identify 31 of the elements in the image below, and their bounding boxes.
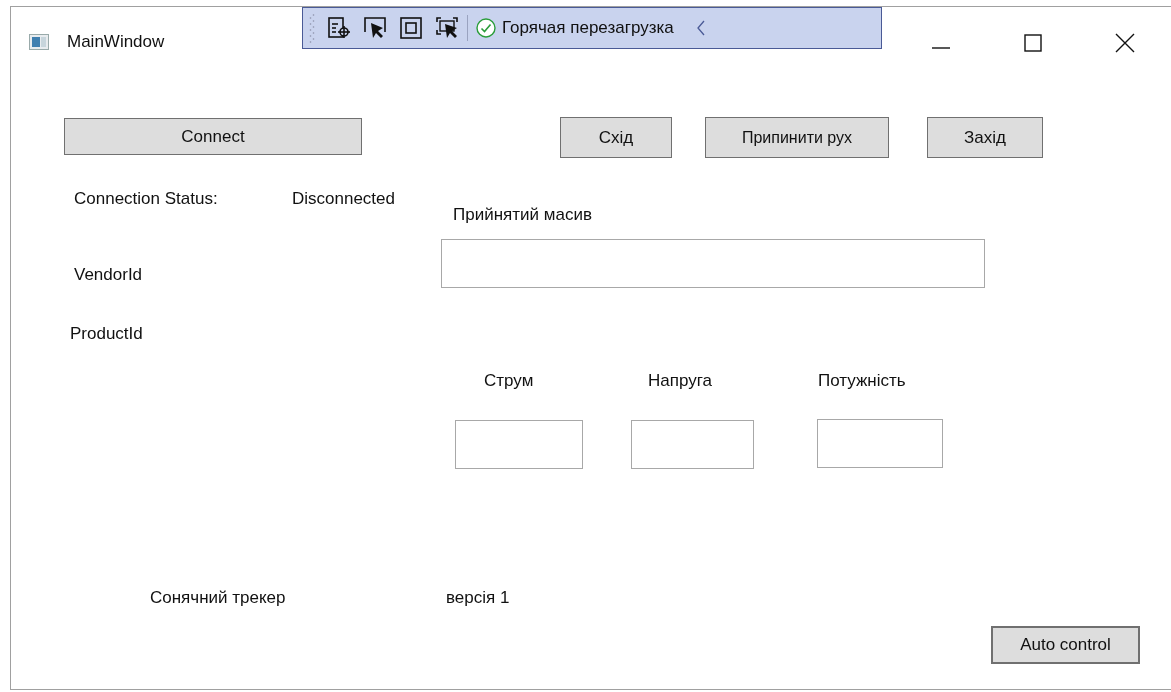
close-icon[interactable]: [1114, 32, 1136, 54]
product-id-label: ProductId: [70, 324, 143, 344]
motion-button[interactable]: Припинити рух: [705, 117, 889, 158]
track-focus-icon[interactable]: [435, 16, 459, 40]
check-icon: [476, 18, 496, 38]
reading-field[interactable]: [817, 419, 943, 468]
reading-field[interactable]: [455, 420, 583, 469]
maximize-icon[interactable]: [1022, 32, 1044, 54]
app-icon: [29, 34, 49, 50]
motion-button[interactable]: Схід: [560, 117, 672, 158]
reading-label: Струм: [484, 371, 534, 391]
connect-button[interactable]: Connect: [64, 118, 362, 155]
reading-field[interactable]: [631, 420, 754, 469]
hot-reload-label: Горячая перезагрузка: [502, 18, 674, 38]
reading-label: Потужність: [818, 371, 906, 391]
layout-adorner-icon[interactable]: [399, 16, 423, 40]
status-label: Connection Status:: [74, 189, 218, 209]
window-title: MainWindow: [67, 32, 165, 52]
version-label: версія 1: [446, 588, 510, 608]
vendor-id-label: VendorId: [74, 265, 143, 285]
grip-icon[interactable]: [309, 12, 315, 44]
array-field[interactable]: [441, 239, 985, 288]
app-name-label: Сонячний трекер: [150, 588, 286, 608]
inspect-icon[interactable]: [327, 16, 351, 40]
select-element-icon[interactable]: [363, 16, 387, 40]
reading-label: Напруга: [648, 371, 712, 391]
auto-control-button[interactable]: Auto control: [991, 626, 1140, 664]
motion-button[interactable]: Захід: [927, 117, 1043, 158]
status-value: Disconnected: [292, 189, 395, 209]
collapse-icon[interactable]: [695, 19, 706, 37]
array-label: Прийнятий масив: [453, 205, 592, 225]
